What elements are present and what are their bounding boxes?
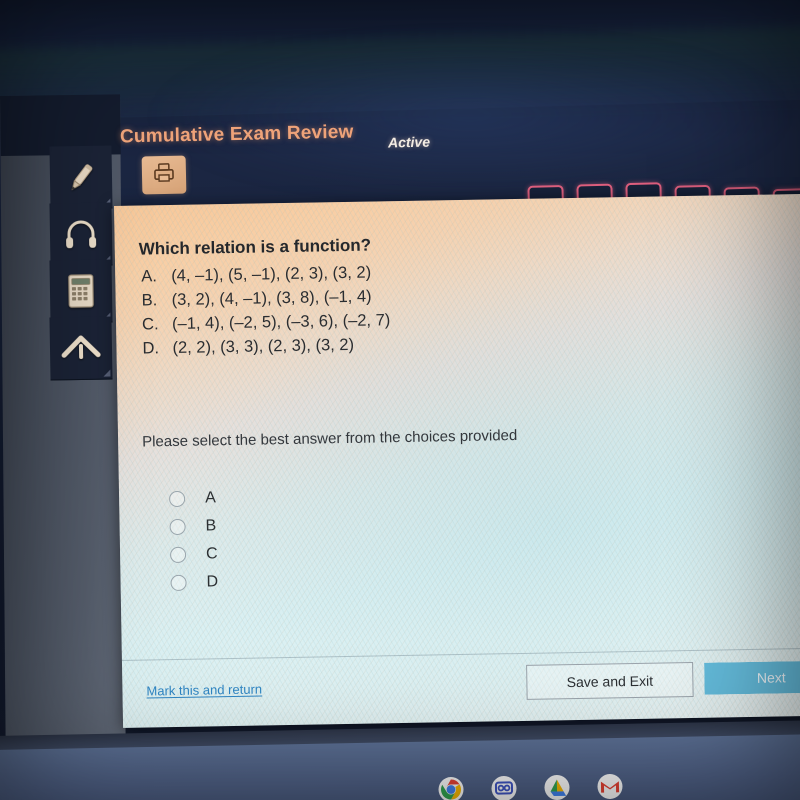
screen-glow (150, 40, 790, 190)
choice-a-letter: A. (141, 267, 157, 286)
calculator-icon (63, 272, 100, 311)
radio-d[interactable] (170, 574, 187, 592)
next-button-wrapper[interactable]: Next (704, 660, 800, 695)
choice-c-letter: C. (141, 315, 159, 334)
footer-divider (121, 647, 800, 661)
option-label-d: D (206, 573, 219, 591)
choice-b-letter: B. (141, 291, 158, 310)
google-drive-icon[interactable] (544, 774, 570, 800)
gmail-icon[interactable] (597, 773, 623, 799)
option-row-b[interactable]: B (149, 512, 217, 541)
save-and-exit-button[interactable]: Save and Exit (526, 661, 694, 700)
choice-d-text: (2, 2), (3, 3), (2, 3), (3, 2) (172, 335, 355, 357)
option-row-c[interactable]: C (150, 540, 218, 569)
choice-c: C. (–1, 4), (–2, 5), (–3, 6), (–2, 7) (142, 311, 391, 334)
question-stem: Which relation is a function? (138, 235, 372, 259)
exam-status-label: Active (387, 133, 431, 151)
up-arrow-icon (59, 330, 104, 367)
choice-b-text: (3, 2), (4, –1), (3, 8), (–1, 4) (171, 287, 372, 310)
question-panel: Which relation is a function? A. (4, –1),… (114, 193, 800, 728)
option-label-a: A (204, 489, 216, 507)
option-row-d[interactable]: D (150, 568, 218, 597)
chat-icon[interactable] (491, 775, 517, 800)
taskbar-icons (438, 773, 623, 800)
choice-c-text: (–1, 4), (–2, 5), (–3, 6), (–2, 7) (171, 311, 391, 334)
tool-scroll-top[interactable] (49, 316, 113, 381)
choice-d: D. (2, 2), (3, 3), (2, 3), (3, 2) (142, 336, 354, 359)
radio-a[interactable] (168, 490, 186, 508)
radio-c[interactable] (169, 546, 187, 564)
radio-b[interactable] (169, 518, 186, 536)
choice-d-letter: D. (142, 339, 160, 358)
option-label-c: C (205, 545, 218, 563)
answer-prompt: Please select the best answer from the c… (141, 426, 518, 451)
pencil-icon (61, 157, 102, 198)
choice-a-text: (4, –1), (5, –1), (2, 3), (3, 2) (171, 263, 372, 286)
option-label-b: B (205, 517, 217, 535)
chrome-icon[interactable] (438, 776, 464, 800)
mark-this-and-return-link[interactable]: Mark this and return (146, 681, 262, 698)
choice-a: A. (4, –1), (5, –1), (2, 3), (3, 2) (141, 264, 371, 287)
photographed-monitor-screenshot: Cumulative Exam Review Active 1 2 3 4 5 … (0, 0, 800, 800)
printer-icon (152, 161, 177, 188)
tool-audio[interactable] (49, 202, 113, 267)
answer-options: A B C D (149, 484, 219, 597)
option-row-a[interactable]: A (149, 484, 217, 513)
headphones-icon (62, 215, 101, 254)
choice-b: B. (3, 2), (4, –1), (3, 8), (–1, 4) (141, 288, 371, 311)
next-button[interactable]: Next (704, 660, 800, 695)
print-button[interactable] (141, 155, 187, 195)
tool-highlighter[interactable] (49, 145, 113, 210)
tool-calculator[interactable] (49, 259, 113, 324)
